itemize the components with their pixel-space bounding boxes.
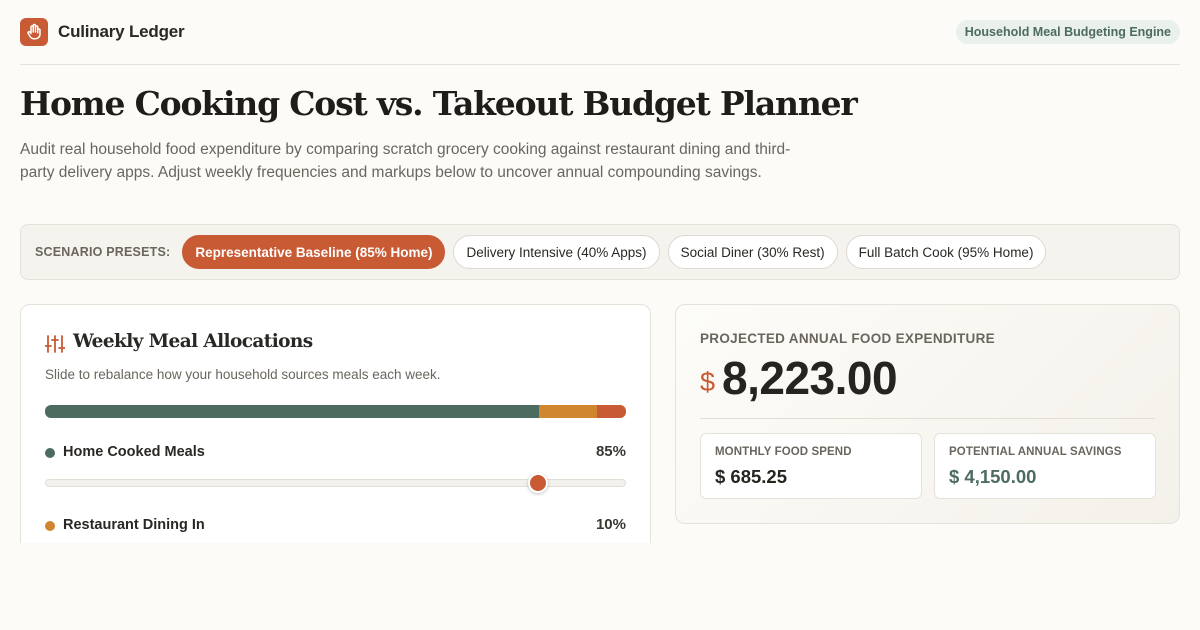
home-dot <box>45 448 55 458</box>
engine-badge: Household Meal Budgeting Engine <box>955 20 1180 44</box>
projection-card: PROJECTED ANNUAL FOOD EXPENDITURE $ 8,22… <box>675 304 1180 524</box>
meal-pct-restaurant: 10% <box>595 516 626 533</box>
meal-row-home: Home Cooked Meals 85% <box>45 442 626 462</box>
home-cooked-slider-thumb[interactable] <box>528 473 549 493</box>
monthly-spend-label: MONTHLY FOOD SPEND <box>715 446 852 458</box>
allocation-bar <box>45 405 626 418</box>
allocation-segment-delivery <box>596 405 626 418</box>
restaurant-dot <box>45 521 55 531</box>
monthly-spend-box: MONTHLY FOOD SPEND $ 685.25 <box>700 433 922 499</box>
allocation-segment-restaurant <box>538 405 597 418</box>
brand-name: Culinary Ledger <box>58 22 185 41</box>
meal-label-home: Home Cooked Meals <box>63 444 205 460</box>
divider <box>700 418 1155 419</box>
annual-savings-box: POTENTIAL ANNUAL SAVINGS $ 4,150.00 <box>934 433 1156 499</box>
allocations-subtitle: Slide to rebalance how your household so… <box>45 367 441 382</box>
preset-delivery-intensive[interactable]: Delivery Intensive (40% Apps) <box>453 235 660 269</box>
page-description: Audit real household food expenditure by… <box>20 141 791 181</box>
hand-icon <box>27 23 41 40</box>
monthly-spend-value: $ 685.25 <box>715 466 788 487</box>
meal-pct-home: 85% <box>595 443 626 460</box>
page-fold <box>0 543 1200 630</box>
home-cooked-slider[interactable] <box>45 473 626 493</box>
annual-savings-label: POTENTIAL ANNUAL SAVINGS <box>949 446 1122 458</box>
meal-label-restaurant: Restaurant Dining In <box>63 517 205 533</box>
presets-label: SCENARIO PRESETS: <box>35 245 171 259</box>
allocation-segment-home <box>45 405 539 418</box>
allocations-title: Weekly Meal Allocations <box>73 331 313 352</box>
preset-social-diner[interactable]: Social Diner (30% Rest) <box>667 235 838 269</box>
page-title: Home Cooking Cost vs. Takeout Budget Pla… <box>20 84 858 123</box>
preset-full-batch-cook[interactable]: Full Batch Cook (95% Home) <box>845 235 1047 269</box>
preset-representative-baseline[interactable]: Representative Baseline (85% Home) <box>182 235 446 269</box>
projected-label: PROJECTED ANNUAL FOOD EXPENDITURE <box>700 331 995 346</box>
brand-logo[interactable] <box>20 18 48 46</box>
meal-row-restaurant: Restaurant Dining In 10% <box>45 515 626 535</box>
projected-value: 8,223.00 <box>722 352 898 404</box>
projected-currency: $ <box>700 367 716 397</box>
allocations-card: Weekly Meal Allocations Slide to rebalan… <box>20 304 651 564</box>
app-header: Culinary Ledger Household Meal Budgeting… <box>20 16 1180 65</box>
scenario-presets: SCENARIO PRESETS: Representative Baselin… <box>20 224 1180 280</box>
annual-savings-value: $ 4,150.00 <box>949 466 1037 487</box>
sliders-icon <box>45 335 65 353</box>
